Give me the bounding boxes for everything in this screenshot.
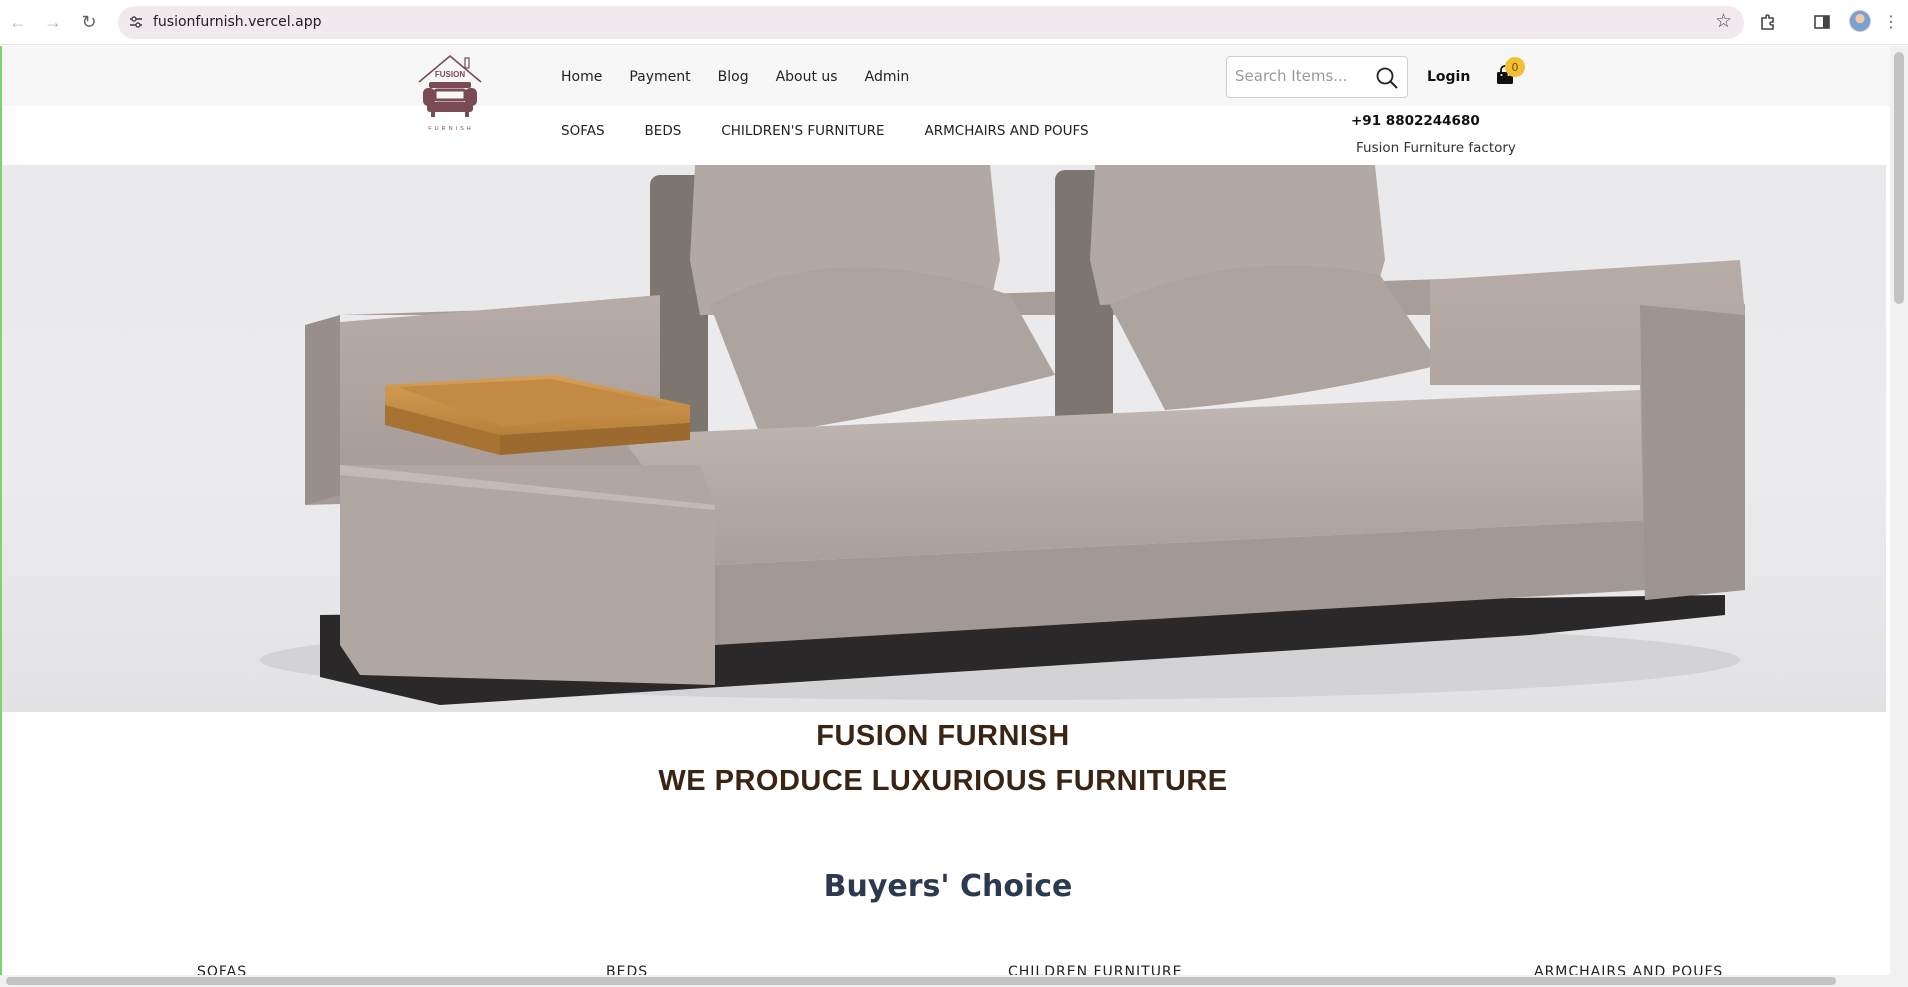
horizontal-scroll-thumb[interactable]: [6, 977, 1836, 985]
site-info-icon[interactable]: [128, 14, 146, 32]
logo-text: FUSION: [435, 70, 465, 79]
forward-icon[interactable]: →: [42, 11, 64, 33]
address-bar[interactable]: fusionfurnish.vercel.app ☆: [118, 6, 1744, 39]
hero-title: FUSION FURNISH: [816, 720, 1070, 752]
nav-about-us[interactable]: About us: [776, 69, 838, 85]
back-icon[interactable]: ←: [7, 11, 29, 33]
vertical-scrollbar[interactable]: [1890, 46, 1908, 975]
category-armchairs-and-poufs[interactable]: ARMCHAIRS AND POUFS: [925, 123, 1089, 139]
nav-admin[interactable]: Admin: [865, 69, 910, 85]
site-top-bar: [0, 46, 1908, 106]
login-link[interactable]: Login: [1427, 69, 1470, 85]
buyers-choice-title: Buyers' Choice: [823, 869, 1073, 904]
profile-avatar[interactable]: [1849, 10, 1871, 32]
sidebar-icon[interactable]: [1811, 11, 1833, 33]
reload-icon[interactable]: ↻: [78, 11, 100, 33]
category-sofas[interactable]: SOFAS: [561, 123, 605, 139]
factory-name: Fusion Furniture factory: [1356, 140, 1516, 156]
page-edge: [0, 46, 2, 975]
url-text[interactable]: fusionfurnish.vercel.app: [153, 14, 321, 30]
nav-payment[interactable]: Payment: [629, 69, 690, 85]
vertical-scroll-thumb[interactable]: [1894, 52, 1904, 304]
category-nav: SOFAS BEDS CHILDREN'S FURNITURE ARMCHAIR…: [561, 123, 1129, 139]
horizontal-scrollbar[interactable]: [0, 975, 1908, 987]
phone-number: +91 8802244680: [1351, 113, 1480, 129]
sofa-image: [260, 165, 1745, 705]
search-icon[interactable]: [1375, 66, 1399, 90]
extensions-icon[interactable]: [1757, 11, 1779, 33]
search-input[interactable]: [1235, 67, 1365, 85]
main-nav: Home Payment Blog About us Admin: [561, 69, 936, 85]
category-childrens-furniture[interactable]: CHILDREN'S FURNITURE: [721, 123, 884, 139]
nav-home[interactable]: Home: [561, 69, 602, 85]
hero-subtitle: WE PRODUCE LUXURIOUS FURNITURE: [658, 765, 1228, 797]
star-icon[interactable]: ☆: [1715, 10, 1732, 33]
logo-subtext: FURNISH: [428, 126, 473, 132]
cart-count-badge: 0: [1505, 57, 1525, 77]
hero-banner: [0, 165, 1886, 712]
browser-toolbar: ← → ↻ fusionfurnish.vercel.app ☆ ⋮: [0, 0, 1908, 45]
nav-blog[interactable]: Blog: [718, 69, 749, 85]
site-logo[interactable]: FUSION FURNISH: [415, 52, 485, 134]
menu-icon[interactable]: ⋮: [1883, 11, 1899, 33]
search-box: [1226, 56, 1408, 98]
category-beds[interactable]: BEDS: [645, 123, 682, 139]
